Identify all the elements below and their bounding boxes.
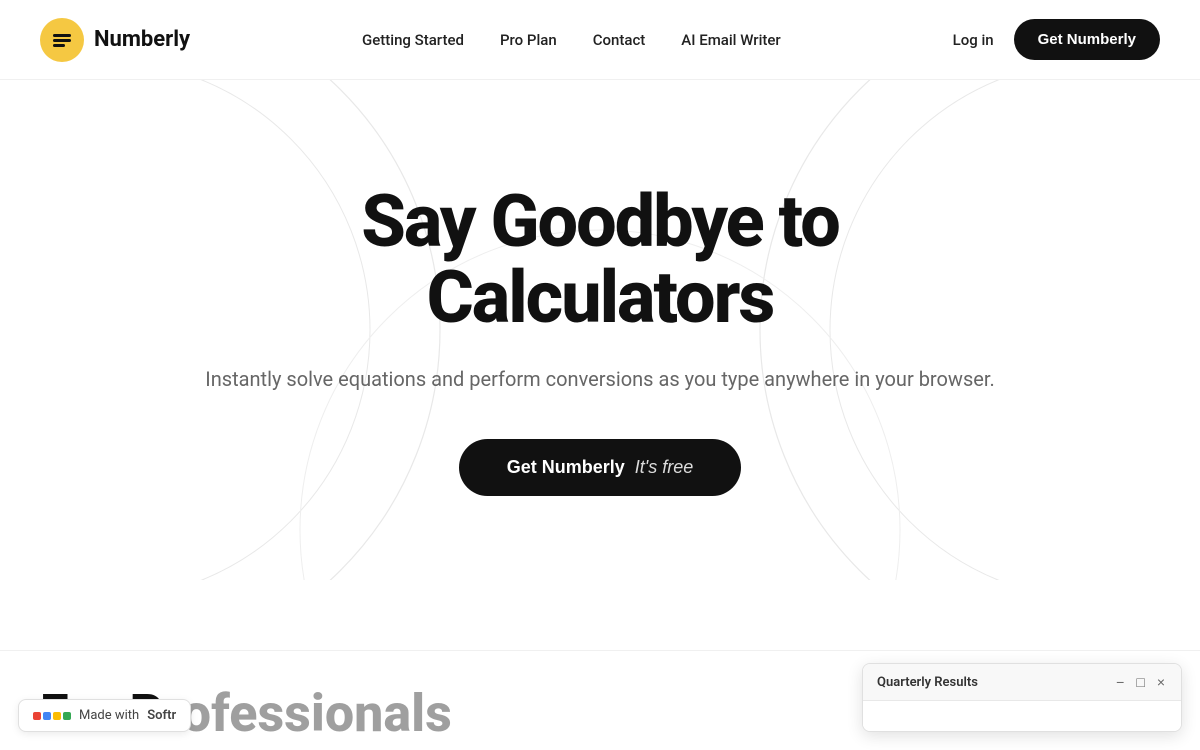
- hero-cta-sub-text: It's free: [635, 457, 693, 478]
- hero-section: Say Goodbye to Calculators Instantly sol…: [0, 80, 1200, 580]
- nav-cta-button[interactable]: Get Numberly: [1014, 19, 1160, 60]
- logo-icon: [40, 18, 84, 62]
- quarterly-minimize-button[interactable]: −: [1114, 674, 1126, 690]
- hero-cta-button[interactable]: Get Numberly It's free: [459, 439, 742, 496]
- dot-green: [63, 712, 71, 720]
- nav-contact[interactable]: Contact: [593, 31, 646, 49]
- nav-getting-started[interactable]: Getting Started: [362, 31, 464, 49]
- nav-ai-email-writer[interactable]: AI Email Writer: [681, 31, 780, 49]
- quarterly-close-button[interactable]: ×: [1155, 674, 1167, 690]
- nav-links: Getting Started Pro Plan Contact AI Emai…: [362, 30, 781, 49]
- dot-blue: [43, 712, 51, 720]
- made-with-badge: Made with Softr: [18, 699, 191, 732]
- quarterly-body: [863, 701, 1181, 731]
- navbar: Numberly Getting Started Pro Plan Contac…: [0, 0, 1200, 80]
- quarterly-title: Quarterly Results: [877, 675, 978, 690]
- softr-brand: Softr: [147, 708, 176, 723]
- quarterly-window-actions: − □ ×: [1114, 674, 1167, 690]
- quarterly-results-panel: Quarterly Results − □ ×: [862, 663, 1182, 732]
- dot-red: [33, 712, 41, 720]
- hero-content: Say Goodbye to Calculators Instantly sol…: [200, 184, 1000, 496]
- logo-text: Numberly: [94, 27, 190, 52]
- nav-pro-plan[interactable]: Pro Plan: [500, 31, 557, 49]
- login-link[interactable]: Log in: [953, 31, 994, 49]
- made-with-label: Made with: [79, 708, 139, 723]
- nav-actions: Log in Get Numberly: [953, 19, 1160, 60]
- softr-logo-dots: [33, 712, 71, 720]
- hero-subtitle: Instantly solve equations and perform co…: [200, 363, 1000, 395]
- hero-cta-main-text: Get Numberly: [507, 457, 625, 478]
- logo-link[interactable]: Numberly: [40, 18, 190, 62]
- quarterly-maximize-button[interactable]: □: [1134, 674, 1146, 690]
- hero-title: Say Goodbye to Calculators: [200, 184, 1000, 335]
- quarterly-header: Quarterly Results − □ ×: [863, 664, 1181, 701]
- dot-yellow: [53, 712, 61, 720]
